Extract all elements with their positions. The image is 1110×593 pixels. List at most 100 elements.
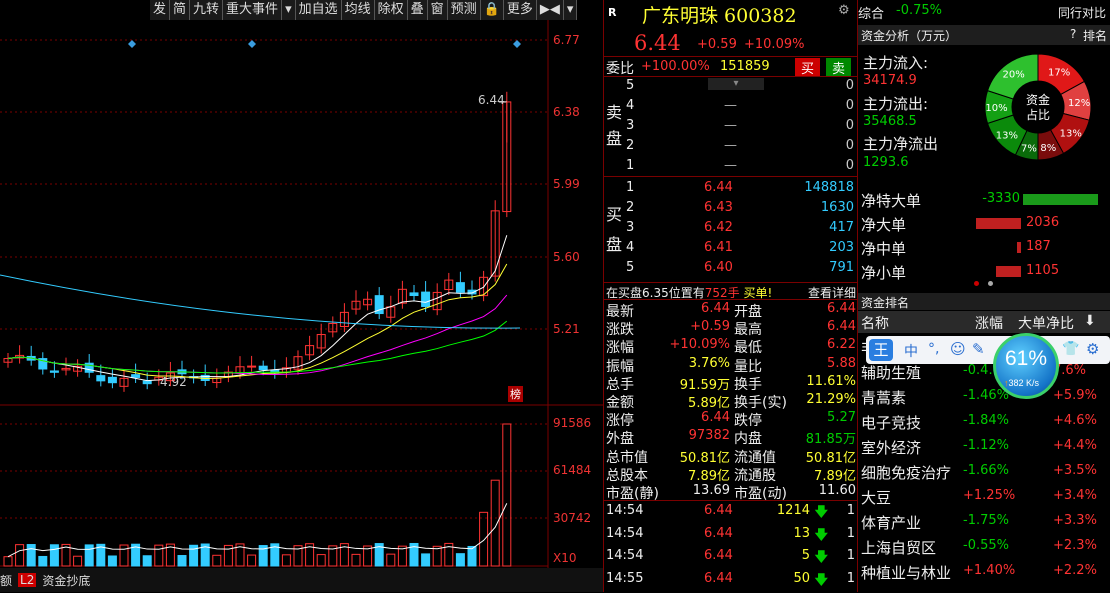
stat-label: 换手(实) [734, 395, 787, 411]
volume-bar [177, 555, 187, 567]
ime-chinese-mode-icon[interactable]: 中 [904, 341, 918, 361]
volume-bar [386, 553, 396, 567]
order-level: 1 [626, 180, 635, 195]
ime-toolbar[interactable]: 王 中 °, ☺ ✎ 👕 ⚙ [866, 336, 1110, 364]
stat-label: 开盘 [734, 304, 762, 320]
stat-value: 7.89亿 [814, 468, 856, 484]
toolbar-item[interactable]: ▶◀ [537, 0, 564, 20]
network-speed-ball[interactable]: 61% ↑382 K/s [993, 333, 1059, 399]
toolbar-item[interactable]: 发 [150, 0, 171, 20]
stat-value: 13.69 [692, 483, 730, 498]
toolbar-item[interactable]: 重大事件 [223, 0, 283, 20]
stat-row: 涨跌 +0.59 最高 6.44 [604, 319, 858, 338]
volume-bar [212, 554, 222, 567]
help-icon[interactable]: ? [1070, 27, 1076, 41]
order-level: 1 [626, 158, 635, 173]
order-level: 4 [626, 98, 635, 113]
ime-settings-gear-icon[interactable]: ⚙ [1086, 340, 1099, 358]
ranking-row[interactable]: 体育产业 -1.75% +3.3% [858, 509, 1110, 533]
tab-fund-bottom[interactable]: 资金抄底 [42, 572, 90, 589]
toolbar-item[interactable]: 九转 [190, 0, 224, 20]
order-row[interactable]: 2 — 0 [604, 138, 858, 158]
toolbar-item[interactable]: 更多 [504, 0, 537, 20]
tab-amount[interactable]: 额 [0, 572, 12, 589]
ranking-row[interactable]: 青蒿素 -1.46% +5.9% [858, 384, 1110, 408]
order-row[interactable]: 3 6.42 417 [604, 220, 858, 240]
ime-emoji-icon[interactable]: ☺ [950, 340, 966, 358]
tick-volume: 13 [793, 525, 810, 541]
kline-svg[interactable] [0, 0, 603, 592]
ime-handwrite-icon[interactable]: ✎ [972, 340, 985, 358]
order-row[interactable]: 50 [604, 78, 858, 98]
ranking-row[interactable]: 上海自贸区 -0.55% +2.3% [858, 534, 1110, 558]
sector-bignet: +4.4% [1053, 438, 1097, 453]
order-level: 3 [626, 118, 635, 133]
toolbar-item[interactable]: 除权 [375, 0, 408, 20]
l2-badge: L2 [18, 573, 37, 587]
ime-punct-icon[interactable]: °, [928, 341, 939, 357]
col-name[interactable]: 名称 [861, 313, 889, 333]
toolbar-item[interactable]: ▾ [564, 0, 578, 20]
order-row[interactable]: 1 — 0 [604, 158, 858, 178]
order-price: — [724, 158, 737, 173]
ime-skin-icon[interactable]: 👕 [1062, 341, 1079, 357]
toolbar-item[interactable]: 叠 [408, 0, 428, 20]
pie-label: 20% [1002, 69, 1024, 80]
rank-link[interactable]: 排名 [1083, 27, 1107, 44]
toolbar-item[interactable]: 加自选 [296, 0, 342, 20]
volume-bar [49, 544, 59, 567]
order-row[interactable]: 3 — 0 [604, 118, 858, 138]
order-volume: 0 [845, 98, 854, 113]
sell-button[interactable]: 卖 [826, 58, 852, 77]
order-row[interactable]: 1 6.44 148818 [604, 180, 858, 200]
tick-price: 6.44 [704, 525, 733, 541]
volume-bar [490, 479, 500, 567]
compare-link[interactable]: 同行对比 [1058, 4, 1106, 21]
volume-bar [15, 544, 25, 567]
sector-name: 室外经济 [861, 439, 922, 457]
ranking-row[interactable]: 电子竞技 -1.84% +4.6% [858, 409, 1110, 433]
candle-body [409, 292, 419, 297]
ranking-row[interactable]: 大豆 +1.25% +3.4% [858, 484, 1110, 508]
ranking-row[interactable]: 细胞免疫治疗 -1.66% +3.5% [858, 459, 1110, 483]
toolbar-item[interactable]: 窗 [428, 0, 448, 20]
rank-badge[interactable]: 榜 [508, 386, 523, 402]
ranking-title-bar: 资金排名 [858, 293, 1110, 310]
sector-bignet: +3.3% [1053, 513, 1097, 528]
volume-bar [351, 553, 361, 567]
toolbar-item[interactable]: 简 [170, 0, 191, 20]
tick-row: 14:54 6.44 1214 🡇 1 [604, 503, 858, 523]
stat-label: 金额 [606, 395, 634, 411]
order-row[interactable]: 2 6.43 1630 [604, 200, 858, 220]
col-bignet[interactable]: 大单净比 [1018, 313, 1074, 333]
stat-label: 涨幅 [606, 340, 634, 357]
stat-row: 振幅 3.76% 量比 5.88 [604, 356, 858, 375]
order-row[interactable]: 4 — 0 [604, 98, 858, 118]
buy-button[interactable]: 买 [795, 58, 821, 77]
stat-value: 11.60 [818, 483, 856, 498]
kline-chart[interactable]: 发简九转 重大事件 ▾ 加自选 均线 除权叠窗预测 🔒 更多 ▶◀ ▾ 6.77 6.38 5.9… [0, 0, 603, 592]
candle-body [258, 365, 268, 371]
ranking-row[interactable]: 种植业与林业 +1.40% +2.2% [858, 559, 1110, 583]
toolbar-item[interactable]: 预测 [448, 0, 481, 20]
toolbar-item[interactable]: 🔒 [481, 0, 504, 20]
page-dot[interactable] [988, 281, 993, 286]
settings-gear-icon[interactable]: ⚙ [838, 3, 850, 18]
toolbar-item[interactable]: ▾ [282, 0, 296, 20]
netflow-value: 1293.6 [863, 155, 909, 170]
ranking-row[interactable]: 室外经济 -1.12% +4.4% [858, 434, 1110, 458]
event-marker-icon [128, 40, 136, 48]
col-change[interactable]: 涨幅 [975, 313, 1003, 333]
sort-down-icon[interactable]: ⬇ [1084, 313, 1096, 329]
page-dot[interactable] [974, 281, 979, 286]
candle-body [455, 282, 465, 293]
volume-bar [107, 555, 117, 567]
ime-logo-icon[interactable]: 王 [869, 339, 893, 361]
price-tick: 6.38 [553, 105, 580, 119]
volume-bar [502, 423, 512, 567]
toolbar-item[interactable]: 均线 [342, 0, 375, 20]
order-row[interactable]: 4 6.41 203 [604, 240, 858, 260]
order-row[interactable]: 5 6.40 791 [604, 260, 858, 280]
down-arrow-icon: 🡇 [814, 505, 828, 520]
price-tick: 6.77 [553, 33, 580, 47]
